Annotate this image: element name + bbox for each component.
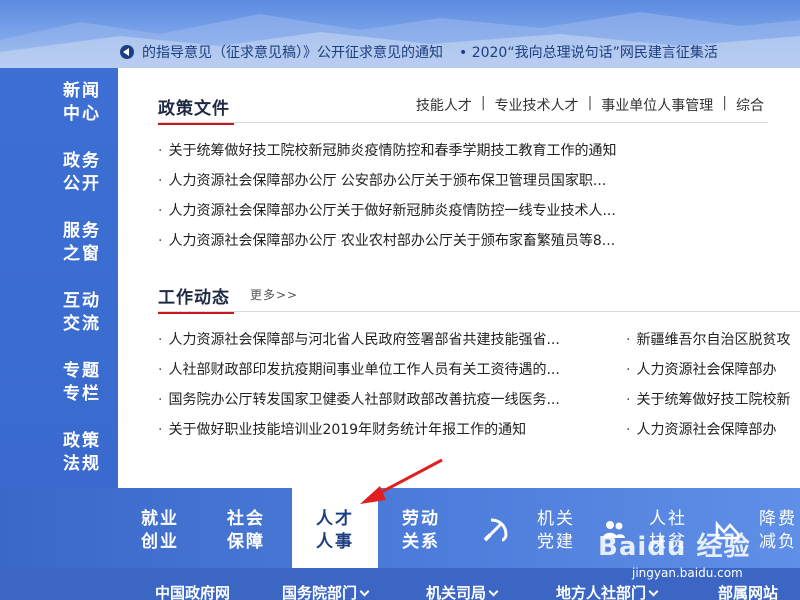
work-news-item[interactable]: 国务院办公厅转发国家卫健委人社部财政部改善抗疫一线医务... <box>158 389 618 409</box>
category-label: 社会 保障 <box>227 509 265 552</box>
chevron-down-icon <box>359 586 370 597</box>
work-news-item[interactable]: 人力资源社会保障部与河北省人民政府签署部省共建技能强省... <box>158 329 618 349</box>
link-gov-portal[interactable]: 中国政府网 <box>155 582 230 600</box>
category-social-security[interactable]: 社会 保障 <box>222 508 270 554</box>
tab-separator: | <box>587 95 593 111</box>
policy-tabs: 技能人才 | 专业技术人才 | 事业单位人事管理 | 综合 <box>416 95 764 115</box>
watermark-brand: Baidu 经验 <box>598 532 751 562</box>
nav-item-label: 服务 之窗 <box>63 221 101 264</box>
link-label: 地方人社部门 <box>556 584 647 600</box>
policy-news-item[interactable]: 关于统筹做好技工院校新冠肺炎疫情防控和春季学期技工教育工作的通知 <box>158 140 758 160</box>
left-nav: 新闻 中心 政务 公开 服务 之窗 互动 交流 专题 专栏 政策 法规 <box>0 68 118 488</box>
category-label: 劳动 关系 <box>402 509 440 552</box>
link-label: 国务院部门 <box>282 584 358 600</box>
link-label: 中国政府网 <box>155 584 231 600</box>
tab-separator: | <box>722 95 727 111</box>
baidu-watermark: Baidu 经验 jingyan.baidu.com <box>598 526 751 580</box>
link-local-hr[interactable]: 地方人社部门 <box>556 582 659 600</box>
work-news-item[interactable]: 人力资源社会保障部办 <box>626 419 800 439</box>
category-label: 降费 减负 <box>759 509 797 552</box>
policy-section-title[interactable]: 政策文件 <box>158 94 234 125</box>
tab-skilled-talent[interactable]: 技能人才 <box>416 95 472 115</box>
nav-item-interaction[interactable]: 互动 交流 <box>58 290 106 336</box>
nav-item-label: 互动 交流 <box>63 291 101 334</box>
nav-item-label: 专题 专栏 <box>63 361 101 404</box>
policy-title-text: 政策文件 <box>158 99 230 119</box>
play-icon[interactable] <box>120 45 134 59</box>
link-departments[interactable]: 机关司局 <box>426 582 499 600</box>
work-news-item[interactable]: 新疆维吾尔自治区脱贫攻 <box>626 329 800 349</box>
nav-item-policy-law[interactable]: 政策 法规 <box>58 430 106 476</box>
red-arrow-annotation <box>360 458 443 504</box>
work-title-text: 工作动态 <box>158 288 230 308</box>
category-label: 人才 人事 <box>316 509 354 552</box>
category-labor-relations[interactable]: 劳动 关系 <box>397 508 445 554</box>
chevron-down-icon <box>488 586 499 597</box>
policy-news-item[interactable]: 人力资源社会保障部办公厅关于做好新冠肺炎疫情防控一线专业技术人... <box>158 200 758 220</box>
section-divider <box>158 311 800 312</box>
link-affiliated-sites[interactable]: 部属网站 <box>718 582 778 600</box>
category-party-building[interactable]: 机关 党建 <box>532 508 580 554</box>
work-news-item[interactable]: 关于做好职业技能培训业2019年财务统计年报工作的通知 <box>158 419 618 439</box>
nav-item-topics[interactable]: 专题 专栏 <box>58 360 106 406</box>
category-label: 机关 党建 <box>537 509 575 552</box>
nav-item-gov-affairs[interactable]: 政务 公开 <box>58 150 106 196</box>
main-panel: 政策文件 技能人才 | 专业技术人才 | 事业单位人事管理 | 综合 关于统筹做… <box>118 68 800 488</box>
policy-news-item[interactable]: 人力资源社会保障部办公厅 公安部办公厅关于颁布保卫管理员国家职... <box>158 170 758 190</box>
nav-item-label: 政策 法规 <box>63 431 101 474</box>
nav-item-news[interactable]: 新闻 中心 <box>58 80 106 126</box>
tab-general[interactable]: 综合 <box>736 95 764 115</box>
link-label: 部属网站 <box>718 584 779 600</box>
work-news-item[interactable]: 关于统筹做好技工院校新 <box>626 389 800 409</box>
work-section-title[interactable]: 工作动态 <box>158 283 234 314</box>
tab-institution-personnel[interactable]: 事业单位人事管理 <box>601 95 713 115</box>
chevron-down-icon <box>648 586 659 597</box>
nav-item-label: 政务 公开 <box>63 151 101 194</box>
tab-professional-talent[interactable]: 专业技术人才 <box>495 95 579 115</box>
more-link[interactable]: 更多>> <box>250 286 298 303</box>
ticker-item[interactable]: • 2020“我向总理说句话”网民建言征集活 <box>459 42 718 62</box>
nav-item-services[interactable]: 服务 之窗 <box>58 220 106 266</box>
top-banner: 的指导意见（征求意见稿）》公开征求意见的通知 • 2020“我向总理说句话”网民… <box>0 0 800 68</box>
category-employment[interactable]: 就业 创业 <box>136 508 184 554</box>
link-state-council[interactable]: 国务院部门 <box>282 582 370 600</box>
work-news-item[interactable]: 人力资源社会保障部办 <box>626 359 800 379</box>
tab-separator: | <box>480 95 486 111</box>
section-divider <box>158 122 768 123</box>
category-fee-reduction[interactable]: 降费 减负 <box>758 508 798 554</box>
link-label: 机关司局 <box>426 584 487 600</box>
party-emblem-icon <box>483 518 508 542</box>
policy-news-item[interactable]: 人力资源社会保障部办公厅 农业农村部办公厅关于颁布家畜繁殖员等8... <box>158 230 758 250</box>
ticker-item[interactable]: 的指导意见（征求意见稿）》公开征求意见的通知 <box>142 42 443 62</box>
nav-item-label: 新闻 中心 <box>63 81 101 124</box>
work-news-item[interactable]: 人社部财政部印发抗疫期间事业单位工作人员有关工资待遇的... <box>158 359 618 379</box>
category-label: 就业 创业 <box>141 509 179 552</box>
watermark-url: jingyan.baidu.com <box>632 566 743 580</box>
news-ticker: 的指导意见（征求意见稿）》公开征求意见的通知 • 2020“我向总理说句话”网民… <box>0 38 800 66</box>
